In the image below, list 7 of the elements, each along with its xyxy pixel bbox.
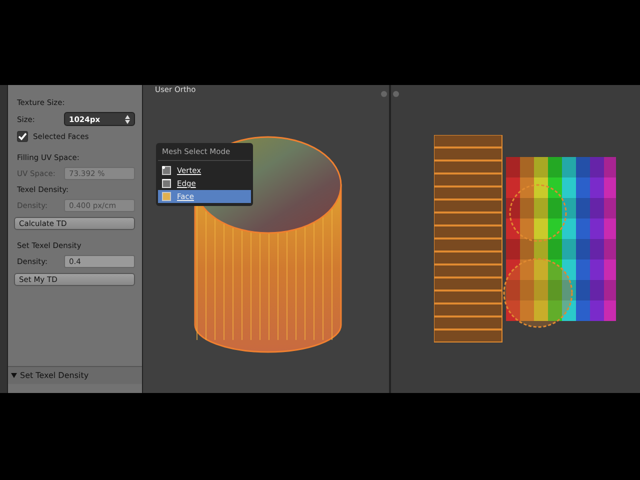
uv-editor[interactable]: [391, 85, 640, 393]
vertex-mode-icon: [162, 166, 171, 175]
selected-faces-checkbox[interactable]: [17, 131, 28, 142]
edge-mode-icon: [162, 179, 171, 188]
face-mode-icon: [162, 192, 171, 201]
up-down-icon: [125, 114, 130, 124]
panel-header[interactable]: Set Texel Density: [8, 366, 142, 384]
